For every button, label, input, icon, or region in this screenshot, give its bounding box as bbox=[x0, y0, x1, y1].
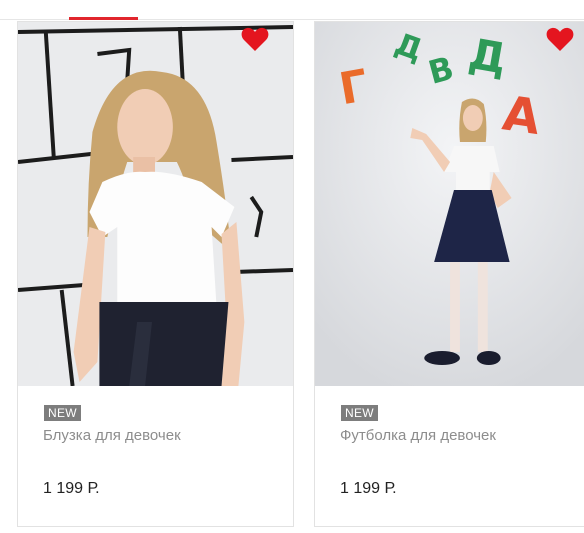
product-name[interactable]: Футболка для девочек bbox=[340, 427, 496, 444]
product-photo[interactable] bbox=[18, 22, 293, 386]
letter-decoration: А bbox=[499, 86, 543, 146]
product-price: 1 199 Р. bbox=[43, 480, 100, 497]
product-photo[interactable]: Г Д В Д А bbox=[315, 22, 584, 386]
product-name[interactable]: Блузка для девочек bbox=[43, 427, 181, 444]
product-card[interactable]: Г Д В Д А NEW Футболка для девочек 1 199… bbox=[314, 21, 584, 527]
favorite-heart-icon[interactable] bbox=[546, 26, 574, 52]
new-badge: NEW bbox=[44, 405, 81, 421]
product-image-tshirt: Г Д В Д А bbox=[315, 22, 584, 386]
product-price: 1 199 Р. bbox=[340, 480, 397, 497]
new-badge: NEW bbox=[341, 405, 378, 421]
active-tab-indicator bbox=[69, 17, 138, 20]
product-card[interactable]: NEW Блузка для девочек 1 199 Р. bbox=[17, 21, 294, 527]
favorite-heart-icon[interactable] bbox=[241, 26, 269, 52]
product-image-blouse bbox=[18, 22, 293, 386]
